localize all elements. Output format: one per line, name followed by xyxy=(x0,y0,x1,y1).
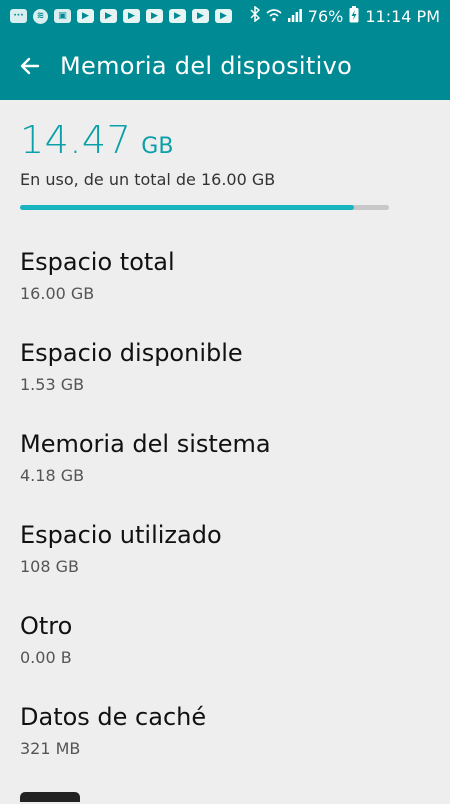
battery-charging-icon xyxy=(349,5,359,27)
usage-number: 14.47 xyxy=(20,118,132,162)
status-bar: ··· ≋ ▣ ▶ ▶ ▶ ▶ ▶ ▶ ▶ 76% 11:14 PM xyxy=(0,0,450,32)
list-item-clipped xyxy=(20,792,80,804)
list-item-other[interactable]: Otro 0.00 B xyxy=(0,600,450,691)
youtube-icon: ▶ xyxy=(169,9,186,23)
back-button[interactable] xyxy=(16,52,44,80)
list-item-total-space[interactable]: Espacio total 16.00 GB xyxy=(0,236,450,327)
youtube-icon: ▶ xyxy=(100,9,117,23)
message-icon: ··· xyxy=(10,9,27,23)
item-title: Datos de caché xyxy=(20,703,207,731)
storage-details-list: Espacio total 16.00 GB Espacio disponibl… xyxy=(0,236,450,782)
item-title: Espacio utilizado xyxy=(20,521,222,549)
clock: 11:14 PM xyxy=(365,6,440,26)
youtube-icon: ▶ xyxy=(192,9,209,23)
list-item-available-space[interactable]: Espacio disponible 1.53 GB xyxy=(0,327,450,418)
item-value: 321 MB xyxy=(20,739,81,758)
list-item-used-space[interactable]: Espacio utilizado 108 GB xyxy=(0,509,450,600)
item-value: 0.00 B xyxy=(20,648,72,667)
signal-icon xyxy=(287,7,302,26)
item-value: 1.53 GB xyxy=(20,375,85,394)
usage-caption: En uso, de un total de 16.00 GB xyxy=(20,170,276,189)
usage-value: 14.47 GB xyxy=(20,118,430,162)
storage-usage-summary: 14.47 GB En uso, de un total de 16.00 GB xyxy=(20,118,430,210)
item-title: Espacio disponible xyxy=(20,339,243,367)
item-value: 108 GB xyxy=(20,557,79,576)
wifi-icon xyxy=(266,7,282,26)
storage-progress-fill xyxy=(20,205,354,210)
page-title: Memoria del dispositivo xyxy=(60,52,353,80)
bluetooth-icon xyxy=(250,5,260,26)
item-value: 4.18 GB xyxy=(20,466,85,485)
youtube-icon: ▶ xyxy=(215,9,232,23)
list-item-cache-data[interactable]: Datos de caché 321 MB xyxy=(0,691,450,782)
youtube-icon: ▶ xyxy=(123,9,140,23)
system-icons: 76% 11:14 PM xyxy=(250,5,440,27)
battery-percent: 76% xyxy=(307,6,344,26)
youtube-icon: ▶ xyxy=(146,9,163,23)
item-title: Espacio total xyxy=(20,248,175,276)
item-value: 16.00 GB xyxy=(20,284,95,303)
item-title: Otro xyxy=(20,612,73,640)
usage-unit: GB xyxy=(141,134,174,159)
app-bar: Memoria del dispositivo xyxy=(0,32,450,100)
list-item-system-memory[interactable]: Memoria del sistema 4.18 GB xyxy=(0,418,450,509)
youtube-icon: ▶ xyxy=(77,9,94,23)
item-title: Memoria del sistema xyxy=(20,430,271,458)
arrow-back-icon xyxy=(20,57,40,75)
spotify-icon: ≋ xyxy=(33,8,48,24)
storage-progress-bar xyxy=(20,205,389,210)
image-icon: ▣ xyxy=(54,9,71,23)
notification-icons: ··· ≋ ▣ ▶ ▶ ▶ ▶ ▶ ▶ ▶ xyxy=(10,8,232,24)
